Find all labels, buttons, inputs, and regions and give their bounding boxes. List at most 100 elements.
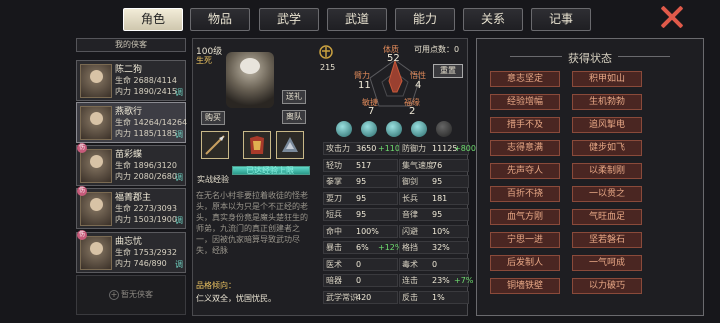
member-mp: 内力 746/890 xyxy=(115,259,167,268)
plus-icon: + xyxy=(109,290,119,300)
status-effect[interactable]: 血气方刚 xyxy=(490,209,560,225)
status-effect[interactable]: 宁思一进 xyxy=(490,232,560,248)
stat-cell: 集气速度 76 xyxy=(399,158,469,172)
stat-cell: 长兵 181 xyxy=(399,191,469,205)
status-effect[interactable]: 措手不及 xyxy=(490,117,560,133)
adjust-tag[interactable]: 调 xyxy=(175,87,183,98)
tab-3[interactable]: 武学 xyxy=(259,8,319,31)
member-name: 福菁郡主 xyxy=(115,193,152,203)
roster-card[interactable]: 陈二狗 生命 2688/4114 内力 1890/2415 调 xyxy=(76,60,186,101)
stat-key: 音律 xyxy=(402,210,418,219)
status-effect[interactable]: 经验增幅 xyxy=(490,94,560,110)
status-effect[interactable]: 积甲如山 xyxy=(572,71,642,87)
stat-key: 连击 xyxy=(402,276,418,285)
stat-value: 32% xyxy=(432,243,450,252)
stat-cell: 暗器 0 xyxy=(323,274,398,287)
empty-slot[interactable]: + 暂无侠客 xyxy=(76,275,186,315)
stat-key: 防御力 xyxy=(402,144,426,153)
stat-key: 御剑 xyxy=(402,177,418,186)
status-effect[interactable]: 铜墙铁壁 xyxy=(490,278,560,294)
stat-cell: 格挡 32% xyxy=(399,241,469,254)
minjie-value: 7 xyxy=(368,106,375,117)
character-portrait xyxy=(226,52,274,108)
stat-value: 181 xyxy=(432,193,448,203)
tab-6[interactable]: 关系 xyxy=(463,8,523,31)
stat-value: 95 xyxy=(432,210,443,219)
stat-value: 1% xyxy=(432,292,445,302)
gem-orb-3[interactable] xyxy=(386,121,402,137)
status-effect[interactable]: 健步如飞 xyxy=(572,140,642,156)
roster-card[interactable]: 燕歌行 生命 14264/14264 内力 1185/1185 调 xyxy=(76,102,187,143)
stat-key: 耍刀 xyxy=(326,193,342,203)
fuyuan-value: 2 xyxy=(409,106,416,117)
gem-orb-1[interactable] xyxy=(336,121,352,137)
xp-status: 已达经验上限 xyxy=(246,166,294,175)
stat-cell: 攻击力 3650 +1100 xyxy=(323,142,405,155)
status-effect[interactable]: 坚若磐石 xyxy=(572,232,642,248)
adjust-tag[interactable]: 调 xyxy=(175,129,183,140)
accessory-slot[interactable] xyxy=(276,131,304,159)
stat-value: 95 xyxy=(356,193,367,203)
tab-2[interactable]: 物品 xyxy=(190,8,250,31)
member-hp: 生命 2273/3093 xyxy=(115,204,177,213)
adjust-tag[interactable]: 调 xyxy=(175,259,183,270)
trait-value: 仁义双全，忧国忧民。 xyxy=(196,294,276,303)
roster-card[interactable]: 福菁郡主 生命 2273/3093 内力 1503/1900 调 伤 xyxy=(76,186,186,229)
coin-icon xyxy=(318,44,334,60)
weapon-slot[interactable] xyxy=(201,131,229,159)
close-icon[interactable] xyxy=(658,5,686,29)
stat-cell: 暴击 6% +12% xyxy=(323,241,402,254)
tab-1[interactable]: 角色 xyxy=(123,8,183,31)
injury-badge: 伤 xyxy=(77,230,87,240)
member-name: 燕歌行 xyxy=(115,107,143,117)
status-effect[interactable]: 百折不挠 xyxy=(490,186,560,202)
gem-orb-2[interactable] xyxy=(361,121,377,137)
stat-key: 短兵 xyxy=(326,210,342,219)
status-effect[interactable]: 以力破巧 xyxy=(572,278,642,294)
leave-button[interactable]: 离队 xyxy=(282,110,306,124)
status-effect[interactable]: 生机勃勃 xyxy=(572,94,642,110)
stat-key: 集气速度 xyxy=(402,160,434,170)
character-description: 在无名小村非要拉着收徒的怪老头，原本以为只是个不正经的老头，真实身份竟是魔头楚狂… xyxy=(196,191,308,255)
adjust-tag[interactable]: 调 xyxy=(175,172,183,183)
stat-cell: 命中 100% xyxy=(323,224,398,238)
member-mp: 内力 1890/2415 xyxy=(115,87,177,96)
status-effect[interactable]: 一以贯之 xyxy=(572,186,642,202)
roster-card[interactable]: 曲忘忧 生命 1753/2932 内力 746/890 调 伤 xyxy=(76,230,186,273)
stat-value: 0 xyxy=(432,259,438,269)
member-name: 苗彩蝶 xyxy=(115,150,143,160)
status-effect[interactable]: 先声夺人 xyxy=(490,163,560,179)
tab-7[interactable]: 记事 xyxy=(531,8,591,31)
character-state: 生死 xyxy=(196,56,212,65)
status-effect[interactable]: 志得意满 xyxy=(490,140,560,156)
stat-cell: 音律 95 xyxy=(399,208,469,221)
roster-card[interactable]: 苗彩蝶 生命 1896/3120 内力 2080/2680 调 伤 xyxy=(76,143,186,186)
stat-cell: 反击 1% xyxy=(399,290,469,304)
tab-4[interactable]: 武道 xyxy=(327,8,387,31)
gem-orb-4[interactable] xyxy=(411,121,427,137)
gift-button[interactable]: 送礼 xyxy=(282,90,306,104)
spear-icon xyxy=(205,135,225,155)
status-effect[interactable]: 气旺血足 xyxy=(572,209,642,225)
gem-orb-5[interactable] xyxy=(436,121,452,137)
member-mp: 内力 1503/1900 xyxy=(115,215,177,224)
stat-cell: 御剑 95 xyxy=(399,175,469,188)
avatar xyxy=(80,192,112,226)
status-effect[interactable]: 后发制人 xyxy=(490,255,560,271)
stat-value: 100% xyxy=(356,226,379,236)
avatar xyxy=(80,106,112,140)
coin-count: 215 xyxy=(320,63,336,72)
avatar xyxy=(80,64,112,98)
roster-header: 我的侠客 xyxy=(76,38,186,52)
buy-button[interactable]: 购买 xyxy=(201,111,225,125)
adjust-tag[interactable]: 调 xyxy=(175,215,183,226)
tizhi-value: 52 xyxy=(387,53,400,64)
status-effect[interactable]: 一气呵成 xyxy=(572,255,642,271)
status-effect[interactable]: 以柔制刚 xyxy=(572,163,642,179)
stat-key: 攻击力 xyxy=(326,144,350,153)
armor-slot[interactable] xyxy=(243,131,271,159)
reset-button[interactable]: 重置 xyxy=(433,64,463,78)
tab-5[interactable]: 能力 xyxy=(395,8,455,31)
status-effect[interactable]: 追风掣电 xyxy=(572,117,642,133)
status-effect[interactable]: 意志坚定 xyxy=(490,71,560,87)
